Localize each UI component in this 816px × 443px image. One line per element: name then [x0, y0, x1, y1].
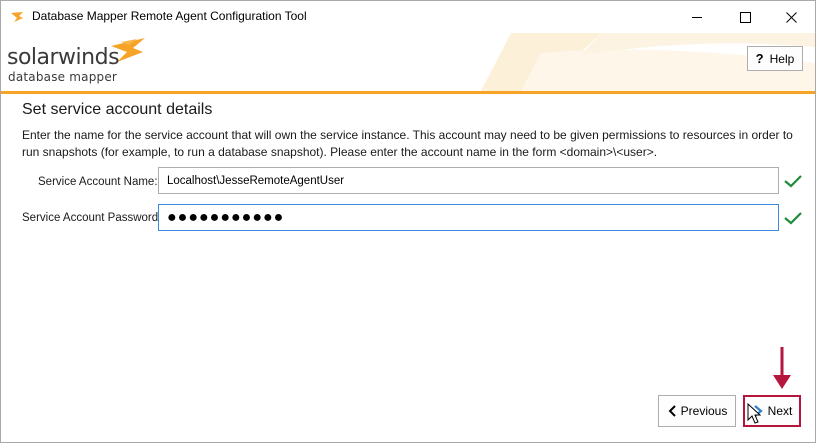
close-icon: [785, 11, 797, 23]
chevron-left-icon: [668, 405, 676, 417]
account-name-label: Service Account Name:: [38, 176, 158, 188]
account-name-value: Localhost\JesseRemoteAgentUser: [167, 174, 345, 187]
maximize-button[interactable]: [722, 1, 768, 33]
page-title: Set service account details: [22, 101, 213, 118]
account-password-label: Service Account Password:: [22, 212, 162, 224]
account-password-value: ●●●●●●●●●●●: [167, 208, 285, 226]
page-description: Enter the name for the service account t…: [22, 128, 793, 159]
app-icon: [11, 12, 23, 22]
logo-product-name: database mapper: [8, 70, 118, 84]
arrow-down-icon: [773, 347, 791, 389]
minimize-button[interactable]: [674, 1, 720, 33]
help-icon: ?: [755, 51, 764, 66]
help-button[interactable]: ? Help: [747, 46, 803, 71]
header-accent-divider: [1, 91, 815, 94]
header-banner: solarwinds database mapper ? Help: [1, 33, 815, 91]
previous-button[interactable]: Previous: [658, 395, 736, 427]
close-button[interactable]: [768, 1, 814, 33]
solarwinds-logo: solarwinds database mapper: [7, 36, 157, 88]
help-label: Help: [769, 51, 795, 66]
maximize-icon: [739, 11, 751, 23]
logo-wordmark: solarwinds: [7, 45, 120, 70]
app-window: Database Mapper Remote Agent Configurati…: [0, 0, 816, 443]
mouse-pointer-icon: [747, 403, 762, 424]
account-name-input[interactable]: Localhost\JesseRemoteAgentUser: [158, 167, 779, 194]
window-title: Database Mapper Remote Agent Configurati…: [32, 9, 307, 23]
minimize-icon: [691, 16, 702, 18]
title-bar: Database Mapper Remote Agent Configurati…: [1, 1, 815, 33]
checkmark-icon: [784, 212, 802, 225]
next-label: Next: [767, 404, 793, 418]
checkmark-icon: [784, 175, 802, 188]
previous-label: Previous: [680, 404, 728, 418]
account-password-input[interactable]: ●●●●●●●●●●●: [158, 204, 779, 231]
